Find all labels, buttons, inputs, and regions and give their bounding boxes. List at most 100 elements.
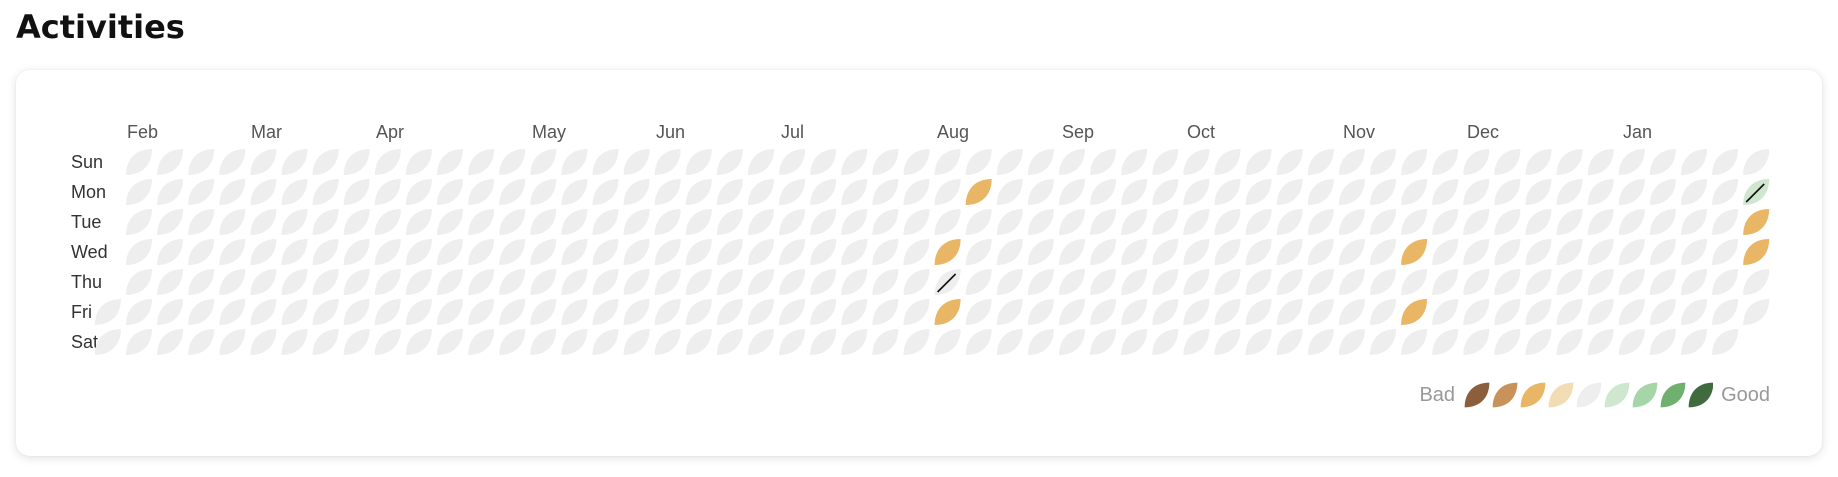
activity-leaf [1618,209,1645,235]
activity-leaf [1712,179,1739,205]
activity-leaf-filled [1743,239,1770,265]
activity-leaf [623,149,650,175]
activity-leaf [1307,329,1334,355]
activity-leaf [561,209,588,235]
activity-leaf [1525,239,1552,265]
activity-leaf [623,179,650,205]
activity-leaf [1525,329,1552,355]
activity-leaf [1463,209,1490,235]
activity-leaf [312,269,339,295]
activity-leaf [250,329,277,355]
activity-leaf [1712,209,1739,235]
activity-leaf [1152,149,1179,175]
activity-leaf [1090,239,1117,265]
activity-leaf [623,269,650,295]
activity-leaf [468,179,495,205]
activity-leaf [1152,209,1179,235]
activity-leaf [312,179,339,205]
activity-leaf [592,209,619,235]
activity-leaf [1338,239,1365,265]
activity-leaf [1121,149,1148,175]
activity-leaf [1494,179,1521,205]
activity-leaf [157,299,184,325]
activity-leaf [1712,299,1739,325]
activity-leaf [250,149,277,175]
activity-leaf [1245,299,1272,325]
activity-leaf [188,209,215,235]
activity-leaf [1121,209,1148,235]
activity-leaf [810,179,837,205]
activity-leaf [903,269,930,295]
activity-leaf [1618,179,1645,205]
activity-leaf [1494,239,1521,265]
activity-leaf [499,209,526,235]
activity-leaf [405,299,432,325]
activity-leaf [530,269,557,295]
activity-leaf [561,179,588,205]
activity-leaf [1307,149,1334,175]
activity-leaf [623,209,650,235]
activity-leaf [281,299,308,325]
activity-leaf [1618,149,1645,175]
activity-leaf [1183,269,1210,295]
activity-leaf [343,209,370,235]
activity-leaf [1432,239,1459,265]
activity-leaf [592,149,619,175]
activity-leaf [468,149,495,175]
activity-leaf [1681,299,1707,325]
activity-leaf [716,209,743,235]
activity-leaf [250,269,277,295]
activity-leaf [1183,299,1210,325]
activity-leaf [779,179,806,205]
activity-leaf [437,239,463,265]
activity-leaf [405,269,432,295]
activity-leaf [1618,239,1645,265]
activity-leaf [1276,179,1303,205]
legend-good-label: Good [1721,383,1770,406]
activity-leaf [810,149,837,175]
activity-leaf [1587,239,1614,265]
activity-leaf [188,149,215,175]
activity-leaf [1525,179,1552,205]
activity-leaf [1090,299,1117,325]
activity-leaf [841,329,868,355]
activity-leaf [872,239,899,265]
activity-leaf [1587,269,1614,295]
activity-leaf [437,209,463,235]
activity-leaf [1432,269,1459,295]
activity-leaf [343,299,370,325]
activity-leaf [405,239,432,265]
activity-leaf [1494,269,1521,295]
activity-leaf [1152,299,1179,325]
activity-leaf [157,329,184,355]
activity-leaf [219,299,246,325]
activity-leaf [685,179,712,205]
activity-leaf [1556,209,1583,235]
activity-leaf [1681,209,1707,235]
activity-leaf-filled [934,299,961,325]
activity-leaf [157,179,184,205]
activity-leaf [903,149,930,175]
activity-leaf [592,269,619,295]
activity-leaf [499,239,526,265]
activity-leaf [1338,209,1365,235]
activity-leaf [1494,149,1521,175]
activity-leaf [1338,329,1365,355]
activity-leaf [1401,149,1428,175]
activity-leaf [1432,329,1459,355]
activity-leaf [1307,269,1334,295]
activity-leaf [1059,149,1085,175]
activity-leaf [810,239,837,265]
activity-leaf [219,329,246,355]
activity-leaf [1090,149,1117,175]
activity-leaf [1681,329,1707,355]
activity-leaf [1276,329,1303,355]
activity-leaf [716,299,743,325]
activity-leaf [1649,269,1676,295]
activity-leaf [1370,209,1396,235]
activity-leaf [437,149,463,175]
activity-leaf [219,149,246,175]
activity-leaf [1525,209,1552,235]
activity-leaf [841,299,868,325]
activity-leaf [281,149,308,175]
